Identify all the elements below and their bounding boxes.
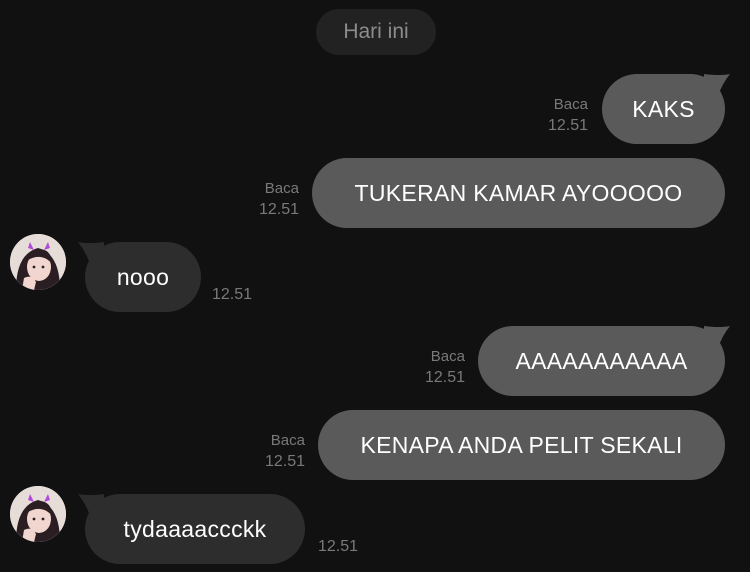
message-text: AAAAAAAAAAA: [515, 347, 688, 374]
message-meta: Baca 12.51: [265, 430, 305, 472]
message-text: nooo: [116, 263, 170, 290]
avatar-photo-icon: [10, 234, 66, 290]
message-meta: Baca 12.51: [548, 94, 588, 136]
message-bubble-incoming[interactable]: tydaaaaccckk: [85, 494, 305, 564]
bubble-tail: [704, 326, 730, 348]
message-bubble-outgoing[interactable]: AAAAAAAAAAA: [478, 326, 725, 396]
message-time: 12.51: [212, 286, 253, 303]
bubble-tail: [704, 74, 730, 96]
message-meta: Baca 12.51: [425, 346, 465, 388]
message-time: 12.51: [547, 117, 588, 134]
message-meta: Baca 12.51: [259, 178, 299, 220]
read-receipt: Baca: [264, 180, 299, 197]
message-text: KENAPA ANDA PELIT SEKALI: [360, 431, 683, 458]
message-bubble-incoming[interactable]: nooo: [85, 242, 201, 312]
message-text: KAKS: [632, 95, 695, 122]
contact-avatar[interactable]: [10, 486, 66, 542]
read-receipt: Baca: [553, 96, 588, 113]
message-text: TUKERAN KAMAR AYOOOOO: [354, 179, 683, 206]
read-receipt: Baca: [270, 432, 305, 449]
message-time: 12.51: [424, 369, 465, 386]
message-bubble-outgoing[interactable]: KENAPA ANDA PELIT SEKALI: [318, 410, 725, 480]
message-text: tydaaaaccckk: [123, 515, 267, 542]
read-receipt: Baca: [430, 348, 465, 365]
avatar-photo-icon: [10, 486, 66, 542]
message-bubble-outgoing[interactable]: TUKERAN KAMAR AYOOOOO: [312, 158, 725, 228]
contact-avatar[interactable]: [10, 234, 66, 290]
message-time: 12.51: [264, 453, 305, 470]
message-time: 12.51: [258, 201, 299, 218]
date-separator: Hari ini: [316, 9, 436, 55]
message-time: 12.51: [318, 538, 359, 555]
